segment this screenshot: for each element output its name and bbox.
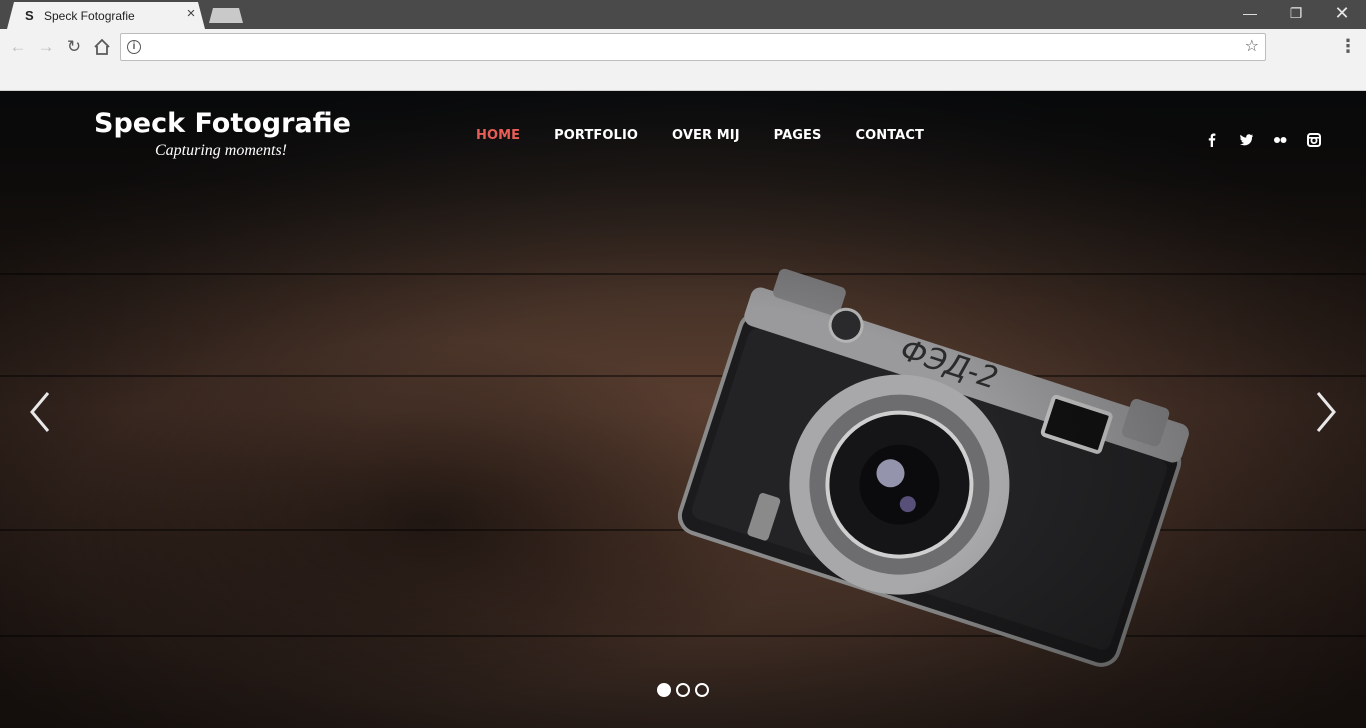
slider-pagination (657, 683, 709, 697)
url-input[interactable] (149, 37, 1229, 57)
info-icon[interactable]: i (127, 40, 141, 54)
browser-toolbar: ← → ↻ i ☆ ⋮ (0, 29, 1366, 91)
menu-icon[interactable]: ⋮ (1338, 35, 1358, 59)
facebook-icon[interactable] (1203, 131, 1221, 149)
new-tab-button[interactable] (209, 8, 243, 23)
nav-item-over-mij[interactable]: OVER MIJ (672, 128, 740, 143)
slider-next-arrow-icon[interactable] (1310, 389, 1340, 435)
instagram-icon[interactable] (1305, 131, 1323, 149)
window-restore-button[interactable]: ❐ (1273, 0, 1319, 29)
reload-icon[interactable]: ↻ (62, 35, 86, 59)
tab-close-icon[interactable]: × (183, 6, 199, 22)
site-title[interactable]: Speck Fotografie (94, 108, 351, 139)
flickr-icon[interactable] (1271, 131, 1289, 149)
nav-item-pages[interactable]: PAGES (774, 128, 822, 143)
browser-tab[interactable]: S Speck Fotografie × (7, 2, 205, 29)
vignette-overlay (0, 91, 1366, 728)
nav-item-portfolio[interactable]: PORTFOLIO (554, 128, 638, 143)
twitter-icon[interactable] (1237, 131, 1255, 149)
slider-dot-3[interactable] (695, 683, 709, 697)
browser-tabstrip: S Speck Fotografie × — ❐ ✕ (0, 0, 1366, 29)
window-close-button[interactable]: ✕ (1319, 0, 1365, 29)
slider-prev-arrow-icon[interactable] (26, 389, 56, 435)
address-bar[interactable]: i ☆ (120, 33, 1266, 61)
main-nav: HOME PORTFOLIO OVER MIJ PAGES CONTACT (476, 128, 924, 143)
tab-title: Speck Fotografie (44, 9, 135, 23)
window-minimize-button[interactable]: — (1227, 0, 1273, 29)
tab-favicon: S (25, 8, 34, 23)
back-icon[interactable]: ← (6, 35, 30, 59)
nav-item-home[interactable]: HOME (476, 128, 520, 143)
slider-dot-1[interactable] (657, 683, 671, 697)
home-icon[interactable] (90, 35, 114, 59)
slider-dot-2[interactable] (676, 683, 690, 697)
hero-slider: ФЭД-2 Speck Fotografie Capturing moments… (0, 91, 1366, 728)
star-icon[interactable]: ☆ (1245, 37, 1259, 57)
forward-icon[interactable]: → (34, 35, 58, 59)
site-tagline: Capturing moments! (155, 142, 287, 159)
nav-item-contact[interactable]: CONTACT (855, 128, 924, 143)
